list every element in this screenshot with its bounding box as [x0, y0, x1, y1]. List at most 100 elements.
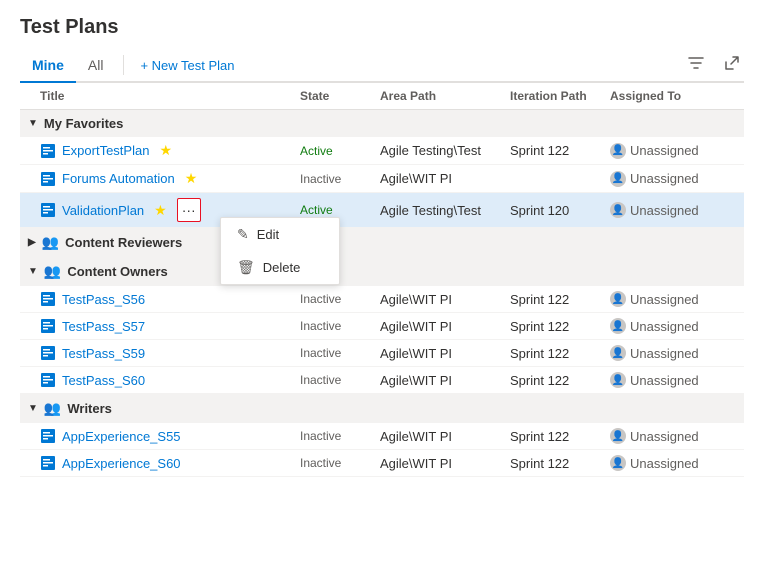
filter-icon[interactable]: [684, 51, 708, 80]
row-title-forums: Forums Automation ★: [40, 170, 300, 187]
table-body: ▼ My Favorites ExportTestPlan ★ Active A…: [20, 110, 744, 560]
chevron-right-icon: ▶: [28, 237, 36, 248]
assigned-label-s59: Unassigned: [630, 346, 699, 361]
area-validation: Agile Testing\Test: [380, 203, 510, 218]
test-plan-icon: [40, 143, 56, 159]
star-export[interactable]: ★: [159, 142, 172, 159]
row-title-app60: AppExperience_S60: [40, 455, 300, 471]
star-forums[interactable]: ★: [185, 170, 198, 187]
test-plan-icon: [40, 428, 56, 444]
state-s59: Inactive: [300, 346, 380, 360]
row-link-app60[interactable]: AppExperience_S60: [62, 456, 181, 471]
state-s56: Inactive: [300, 292, 380, 306]
test-plan-icon: [40, 318, 56, 334]
assigned-s60: 👤 Unassigned: [610, 372, 730, 388]
test-plan-icon: [40, 171, 56, 187]
assigned-label-app55: Unassigned: [630, 429, 699, 444]
assigned-s57: 👤 Unassigned: [610, 318, 730, 334]
assigned-validation: 👤 Unassigned: [610, 202, 730, 218]
table-row: Forums Automation ★ Inactive Agile\WIT P…: [20, 165, 744, 193]
group-content-reviewers-label: Content Reviewers: [65, 235, 182, 250]
table-row: TestPass_S60 Inactive Agile\WIT PI Sprin…: [20, 367, 744, 394]
avatar-validation: 👤: [610, 202, 626, 218]
area-s59: Agile\WIT PI: [380, 346, 510, 361]
table-row-validation: ValidationPlan ★ ··· ✎ Edit 🗑 Delete Act…: [20, 193, 744, 228]
avatar-app55: 👤: [610, 428, 626, 444]
assigned-label-export: Unassigned: [630, 143, 699, 158]
context-menu-edit[interactable]: ✎ Edit: [221, 218, 339, 251]
row-link-s56[interactable]: TestPass_S56: [62, 292, 145, 307]
col-title: Title: [40, 89, 300, 103]
area-app55: Agile\WIT PI: [380, 429, 510, 444]
toolbar: Mine All + New Test Plan: [20, 49, 744, 83]
assigned-export: 👤 Unassigned: [610, 143, 730, 159]
group-people-icon: 👥: [42, 234, 59, 251]
area-export: Agile Testing\Test: [380, 143, 510, 158]
row-link-s57[interactable]: TestPass_S57: [62, 319, 145, 334]
page-title: Test Plans: [20, 16, 744, 39]
row-link-app55[interactable]: AppExperience_S55: [62, 429, 181, 444]
row-link-forums[interactable]: Forums Automation: [62, 171, 175, 186]
row-title-s59: TestPass_S59: [40, 345, 300, 361]
context-menu: ✎ Edit 🗑 Delete: [220, 217, 340, 285]
test-plan-icon: [40, 372, 56, 388]
state-s57: Inactive: [300, 319, 380, 333]
avatar-s59: 👤: [610, 345, 626, 361]
row-link-s59[interactable]: TestPass_S59: [62, 346, 145, 361]
avatar-s56: 👤: [610, 291, 626, 307]
chevron-down-icon: ▼: [28, 118, 38, 129]
area-forums: Agile\WIT PI: [380, 171, 510, 186]
avatar-s60: 👤: [610, 372, 626, 388]
new-test-plan-button[interactable]: + New Test Plan: [132, 52, 242, 79]
group-my-favorites-label: My Favorites: [44, 116, 123, 131]
row-title-export: ExportTestPlan ★: [40, 142, 300, 159]
edit-icon: ✎: [237, 226, 249, 243]
assigned-label-s56: Unassigned: [630, 292, 699, 307]
row-title-s60: TestPass_S60: [40, 372, 300, 388]
iteration-app60: Sprint 122: [510, 456, 610, 471]
row-link-validation[interactable]: ValidationPlan: [62, 203, 144, 218]
state-forums: Inactive: [300, 172, 380, 186]
group-writers[interactable]: ▼ 👥 Writers: [20, 394, 744, 423]
assigned-label-app60: Unassigned: [630, 456, 699, 471]
group-people-icon: 👥: [44, 400, 61, 417]
avatar-forums: 👤: [610, 171, 626, 187]
group-content-reviewers[interactable]: ▶ 👥 Content Reviewers: [20, 228, 744, 257]
row-title-validation: ValidationPlan ★ ··· ✎ Edit 🗑 Delete: [40, 198, 300, 222]
tab-all[interactable]: All: [76, 49, 116, 83]
iteration-s60: Sprint 122: [510, 373, 610, 388]
iteration-s59: Sprint 122: [510, 346, 610, 361]
iteration-s56: Sprint 122: [510, 292, 610, 307]
area-s56: Agile\WIT PI: [380, 292, 510, 307]
state-validation: Active: [300, 203, 380, 217]
context-menu-delete[interactable]: 🗑 Delete: [221, 251, 339, 284]
iteration-export: Sprint 122: [510, 143, 610, 158]
group-content-owners-label: Content Owners: [67, 264, 167, 279]
group-my-favorites[interactable]: ▼ My Favorites: [20, 110, 744, 137]
state-app55: Inactive: [300, 429, 380, 443]
avatar-export: 👤: [610, 143, 626, 159]
toolbar-right: [684, 51, 744, 80]
chevron-down-icon: ▼: [28, 266, 38, 277]
row-link-export[interactable]: ExportTestPlan: [62, 143, 149, 158]
group-content-owners[interactable]: ▼ 👥 Content Owners: [20, 257, 744, 286]
more-options-button[interactable]: ···: [177, 198, 201, 222]
assigned-app60: 👤 Unassigned: [610, 455, 730, 471]
test-plan-icon: [40, 202, 56, 218]
col-area: Area Path: [380, 89, 510, 103]
assigned-label-s60: Unassigned: [630, 373, 699, 388]
group-people-icon: 👥: [44, 263, 61, 280]
star-validation[interactable]: ★: [154, 202, 167, 219]
test-plan-icon: [40, 291, 56, 307]
tab-mine[interactable]: Mine: [20, 49, 76, 83]
expand-icon[interactable]: [720, 51, 744, 80]
delete-label: Delete: [263, 260, 301, 275]
row-title-app55: AppExperience_S55: [40, 428, 300, 444]
assigned-s56: 👤 Unassigned: [610, 291, 730, 307]
avatar-app60: 👤: [610, 455, 626, 471]
avatar-s57: 👤: [610, 318, 626, 334]
row-link-s60[interactable]: TestPass_S60: [62, 373, 145, 388]
iteration-s57: Sprint 122: [510, 319, 610, 334]
area-s57: Agile\WIT PI: [380, 319, 510, 334]
chevron-down-icon: ▼: [28, 403, 38, 414]
